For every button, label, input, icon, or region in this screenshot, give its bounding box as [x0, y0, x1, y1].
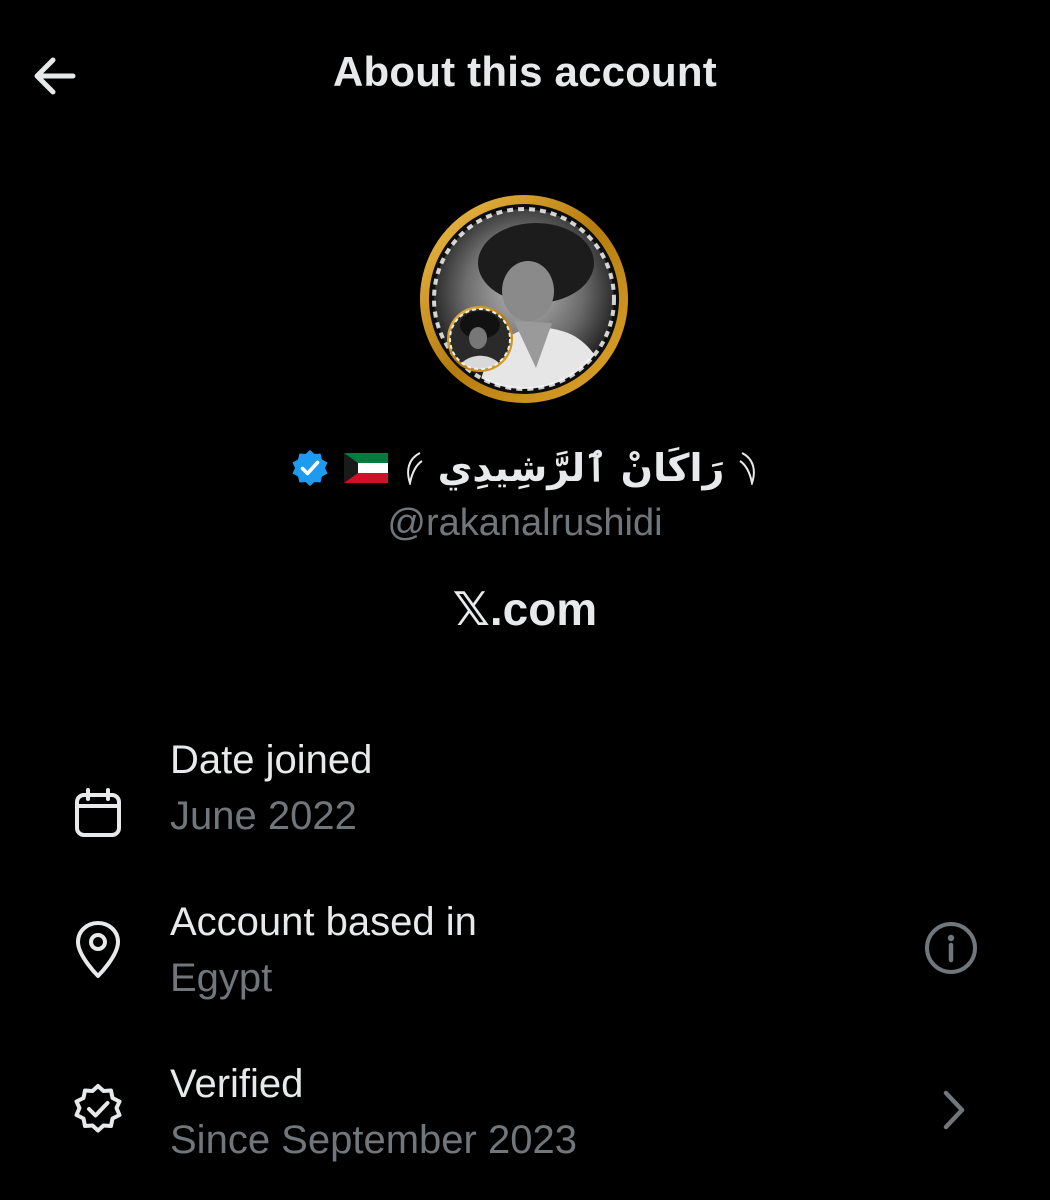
date-joined-row: Date joined June 2022 — [0, 730, 1050, 870]
info-icon — [925, 922, 977, 974]
wing-icon — [406, 452, 423, 485]
profile-avatar[interactable] — [418, 193, 630, 405]
wing-icon — [739, 452, 756, 485]
avatar-image — [420, 195, 628, 403]
row-title: Verified — [170, 1062, 304, 1106]
top-bar: About this account — [0, 0, 1050, 150]
verified-row[interactable]: Verified Since September 2023 — [0, 1054, 1050, 1194]
calendar-icon — [66, 782, 130, 846]
username-handle: @rakanalrushidi — [387, 502, 663, 544]
row-value: Since September 2023 — [170, 1118, 577, 1162]
verified-badge-icon — [292, 450, 328, 486]
verified-details-button[interactable] — [922, 1078, 986, 1142]
account-location-row: Account based in Egypt — [0, 892, 1050, 1032]
site-label: 𝕏.com — [452, 583, 598, 635]
verified-outline-icon — [66, 1076, 130, 1140]
row-value: June 2022 — [170, 794, 357, 838]
chevron-right-icon — [943, 1090, 965, 1130]
location-pin-icon — [66, 918, 130, 982]
row-title: Date joined — [170, 738, 373, 782]
row-value: Egypt — [170, 956, 273, 1000]
page-title: About this account — [333, 48, 717, 95]
kuwait-flag-icon — [343, 453, 388, 483]
row-title: Account based in — [170, 900, 477, 944]
display-name: رَاكَانْ ٱلرَّشِيدِي — [437, 446, 725, 490]
info-button[interactable] — [919, 916, 983, 980]
display-name-row: رَاكَانْ ٱلرَّشِيدِي — [0, 438, 1050, 498]
